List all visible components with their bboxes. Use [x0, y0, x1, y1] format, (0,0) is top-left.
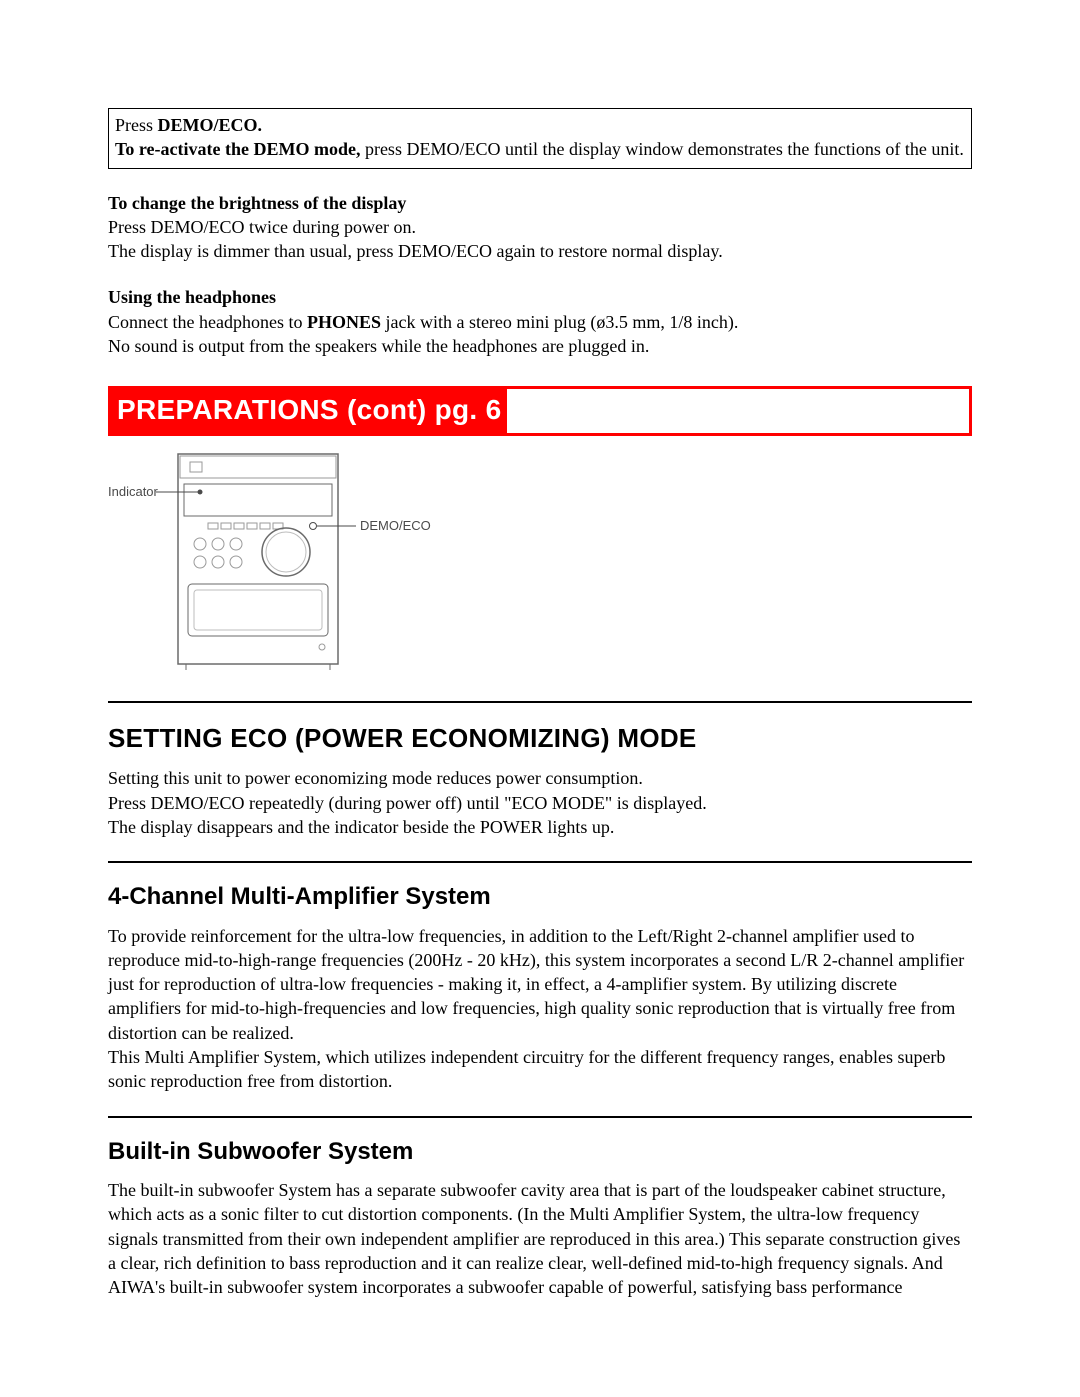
brightness-l2: The display is dimmer than usual, press …	[108, 239, 972, 263]
headphones-block: Using the headphones Connect the headpho…	[108, 285, 972, 358]
headphones-l1: Connect the headphones to PHONES jack wi…	[108, 310, 972, 334]
headphones-header: Using the headphones	[108, 285, 972, 309]
box-line-2a: To re-activate the DEMO mode,	[115, 139, 365, 159]
box-line-1b: DEMO/ECO.	[158, 115, 263, 135]
diagram-label-indicator: Indicator	[108, 484, 159, 499]
headphones-l1a: Connect the headphones to	[108, 312, 307, 332]
brightness-block: To change the brightness of the display …	[108, 191, 972, 264]
ch4-heading: 4-Channel Multi-Amplifier System	[108, 881, 972, 913]
ch4-p1: To provide reinforcement for the ultra-l…	[108, 924, 972, 1045]
ch4-p2: This Multi Amplifier System, which utili…	[108, 1045, 972, 1094]
rule-3	[108, 1116, 972, 1118]
brightness-header: To change the brightness of the display	[108, 191, 972, 215]
box-line-1: Press DEMO/ECO.	[115, 113, 965, 137]
headphones-l1b: PHONES	[307, 312, 381, 332]
box-line-2b: press DEMO/ECO until the display window …	[365, 139, 964, 159]
eco-l2: Press DEMO/ECO repeatedly (during power …	[108, 791, 972, 815]
brightness-l1: Press DEMO/ECO twice during power on.	[108, 215, 972, 239]
sub-p: The built-in subwoofer System has a sepa…	[108, 1178, 972, 1299]
box-line-2: To re-activate the DEMO mode, press DEMO…	[115, 137, 965, 161]
eco-l1: Setting this unit to power economizing m…	[108, 766, 972, 790]
page-container: Press DEMO/ECO. To re-activate the DEMO …	[0, 0, 1080, 1360]
eco-heading: SETTING ECO (POWER ECONOMIZING) MODE	[108, 721, 972, 756]
section-banner-label: PREPARATIONS (cont) pg. 6	[111, 389, 507, 433]
eco-l3: The display disappears and the indicator…	[108, 815, 972, 839]
rule-1	[108, 701, 972, 703]
sub-heading: Built-in Subwoofer System	[108, 1136, 972, 1168]
headphones-l1c: jack with a stereo mini plug (ø3.5 mm, 1…	[381, 312, 738, 332]
box-line-1a: Press	[115, 115, 158, 135]
device-diagram: Indicator DEMO/ECO	[108, 444, 972, 679]
diagram-label-demoeco: DEMO/ECO	[360, 518, 431, 533]
headphones-l2: No sound is output from the speakers whi…	[108, 334, 972, 358]
section-banner: PREPARATIONS (cont) pg. 6	[108, 386, 972, 436]
rule-2	[108, 861, 972, 863]
demo-eco-box: Press DEMO/ECO. To re-activate the DEMO …	[108, 108, 972, 169]
